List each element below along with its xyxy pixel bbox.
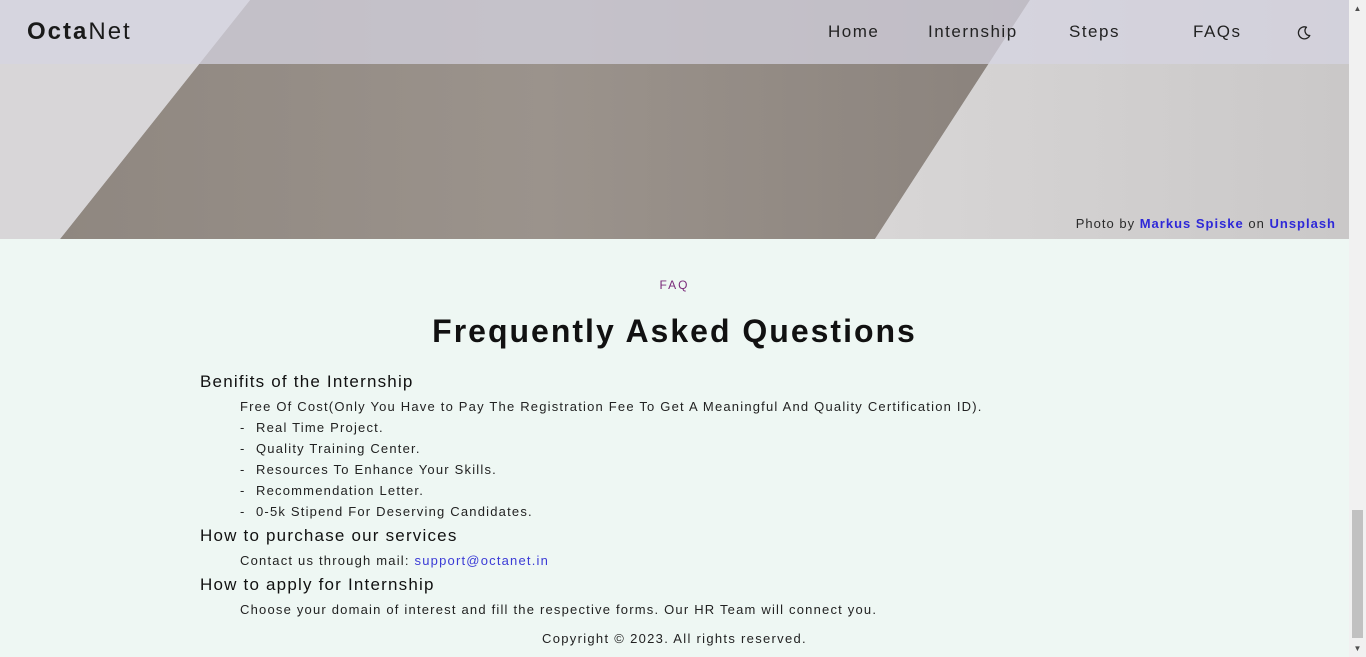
nav-faqs[interactable]: FAQs	[1193, 22, 1242, 42]
list-item: -0-5k Stipend For Deserving Candidates.	[240, 504, 533, 519]
faq-answer-purchase: Contact us through mail: support@octanet…	[240, 553, 549, 568]
list-item-text: Resources To Enhance Your Skills.	[256, 462, 497, 477]
faq-answer-apply: Choose your domain of interest and fill …	[240, 602, 878, 617]
nav-steps[interactable]: Steps	[1069, 22, 1120, 42]
faq-question-benefits: Benifits of the Internship	[200, 372, 414, 391]
list-item: - Resources To Enhance Your Skills.	[240, 462, 497, 477]
support-email-link[interactable]: support@octanet.in	[415, 553, 550, 568]
scroll-down-arrow-icon[interactable]: ▼	[1349, 640, 1366, 657]
faq-eyebrow: FAQ	[659, 278, 690, 292]
credit-prefix: Photo by	[1075, 216, 1136, 231]
logo[interactable]: OctaNet	[27, 18, 132, 46]
list-item: - Real Time Project.	[240, 420, 384, 435]
list-item-text: Real Time Project.	[256, 420, 384, 435]
list-item-text: 0-5k Stipend For Deserving Candidates.	[256, 504, 533, 519]
nav-home[interactable]: Home	[828, 22, 879, 42]
faq-answer-intro: Free Of Cost(Only You Have to Pay The Re…	[240, 399, 983, 414]
scroll-up-arrow-icon[interactable]: ▲	[1349, 0, 1366, 17]
page: Photo by Markus Spiske on Unsplash OctaN…	[0, 0, 1349, 657]
credit-site-link[interactable]: Unsplash	[1269, 216, 1336, 231]
nav-internship[interactable]: Internship	[928, 22, 1018, 42]
logo-bold: Octa	[27, 18, 89, 45]
navbar: OctaNet Home Internship Steps FAQs	[0, 0, 1349, 64]
credit-author-link[interactable]: Markus Spiske	[1140, 216, 1244, 231]
list-item-text: Quality Training Center.	[256, 441, 421, 456]
list-item-text: Recommendation Letter.	[256, 483, 425, 498]
list-item: - Recommendation Letter.	[240, 483, 425, 498]
scroll-thumb[interactable]	[1352, 510, 1363, 638]
logo-light: Net	[88, 18, 132, 45]
list-item: - Quality Training Center.	[240, 441, 421, 456]
scrollbar[interactable]: ▲ ▼	[1349, 0, 1366, 657]
copyright: Copyright © 2023. All rights reserved.	[542, 631, 807, 646]
credit-mid: on	[1248, 216, 1265, 231]
purchase-text: Contact us through mail:	[240, 553, 410, 568]
moon-icon[interactable]	[1296, 25, 1312, 41]
faq-question-purchase: How to purchase our services	[200, 526, 458, 545]
photo-credit: Photo by Markus Spiske on Unsplash	[1076, 216, 1336, 231]
faq-title: Frequently Asked Questions	[432, 313, 917, 349]
faq-question-apply: How to apply for Internship	[200, 575, 435, 594]
